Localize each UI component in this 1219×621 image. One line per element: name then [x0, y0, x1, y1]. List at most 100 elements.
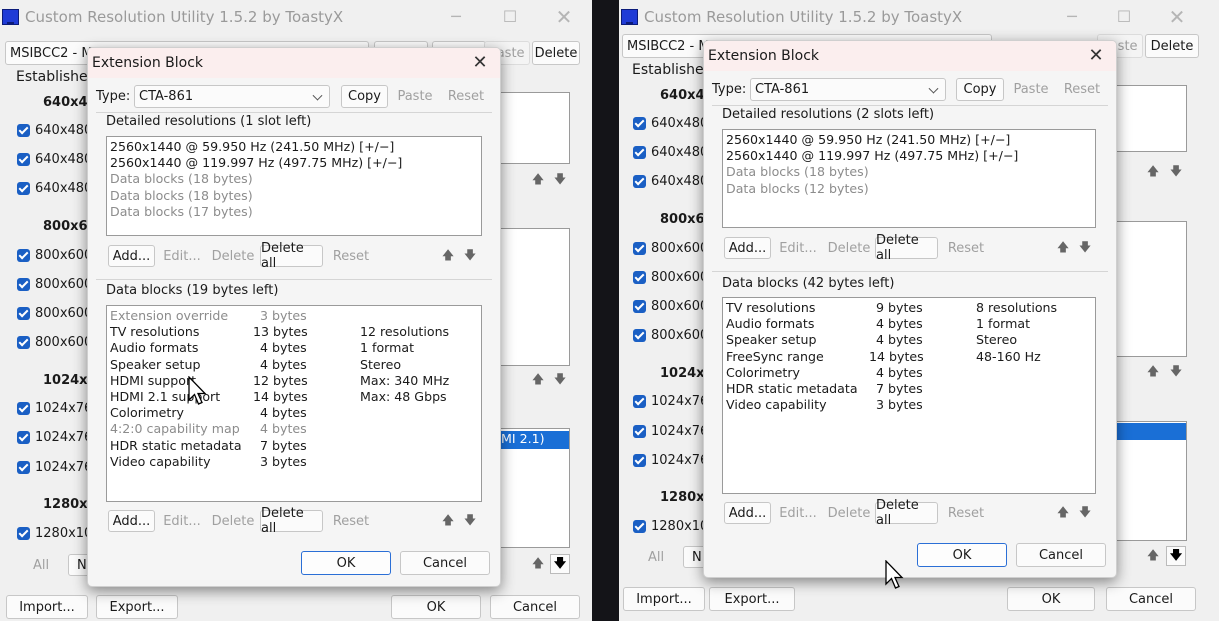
left-data-row-1[interactable]: Extension override 3 bytes — [110, 308, 478, 324]
minimize-icon[interactable]: ─ — [436, 4, 476, 30]
left-data-row-6[interactable]: HDMI 2.1 support 14 bytes Max: 48 Gbps — [110, 389, 478, 405]
left-data-row-7[interactable]: Colorimetry 4 bytes — [110, 405, 478, 421]
minimize-icon[interactable]: ─ — [1052, 4, 1092, 30]
left-checkbox-800-2[interactable]: 800x600 — [17, 277, 92, 292]
right-detailed-row-4[interactable]: Data blocks (12 bytes) — [726, 181, 1092, 197]
left-detailed-row-1[interactable]: 2560x1440 @ 59.950 Hz (241.50 MHz) [+/−] — [110, 139, 478, 155]
left-list2-up-icon[interactable]: 🡅 — [528, 370, 548, 390]
right-list1-down-icon[interactable]: 🡇 — [1166, 162, 1186, 182]
right-type-select[interactable]: CTA-861 — [750, 78, 946, 101]
right-data-delete-button[interactable]: Delete — [824, 502, 874, 524]
left-checkbox-800-4[interactable]: 800x600 — [17, 335, 92, 350]
right-dialog-ok-button[interactable]: OK — [917, 543, 1007, 567]
left-main-cancel-button[interactable]: Cancel — [490, 595, 580, 619]
left-data-blocks-list[interactable]: Extension override 3 bytes TV resolutions… — [106, 305, 482, 502]
left-extension-selected-row[interactable]: MI 2.1) — [499, 431, 569, 449]
left-data-add-button[interactable]: Add... — [108, 510, 155, 532]
left-detailed-row-5[interactable]: Data blocks (17 bytes) — [110, 204, 478, 220]
right-data-reset-button[interactable]: Reset — [942, 502, 990, 524]
right-checkbox-800-2[interactable]: 800x600 — [633, 270, 708, 285]
left-detailed-resolutions-list[interactable]: 2560x1440 @ 59.950 Hz (241.50 MHz) [+/−]… — [106, 136, 482, 236]
right-data-edit-button[interactable]: Edit... — [775, 502, 821, 524]
left-detailed-down-icon[interactable]: 🡇 — [460, 246, 480, 266]
right-data-row-6[interactable]: HDR static metadata 7 bytes — [726, 381, 1092, 397]
right-list2-up-icon[interactable]: 🡅 — [1143, 362, 1163, 382]
right-export-button[interactable]: Export... — [709, 587, 795, 611]
right-detailed-row-3[interactable]: Data blocks (18 bytes) — [726, 164, 1092, 180]
close-icon[interactable]: ✕ — [1157, 4, 1197, 30]
right-data-row-5[interactable]: Colorimetry 4 bytes — [726, 365, 1092, 381]
right-dialog-cancel-button[interactable]: Cancel — [1016, 543, 1106, 567]
right-data-row-2[interactable]: Audio formats 4 bytes 1 format — [726, 316, 1092, 332]
left-detailed-up-icon[interactable]: 🡅 — [438, 246, 458, 266]
left-data-delete-button[interactable]: Delete — [208, 510, 258, 532]
left-list3-up-icon[interactable]: 🡅 — [528, 554, 548, 574]
right-list2-down-icon[interactable]: 🡇 — [1166, 362, 1186, 382]
left-standard-list[interactable] — [498, 92, 570, 164]
left-detailed-delete-all-button[interactable]: Delete all — [260, 241, 323, 271]
right-data-row-4[interactable]: FreeSync range 14 bytes 48-160 Hz — [726, 349, 1092, 365]
right-data-down-icon[interactable]: 🡇 — [1075, 503, 1095, 523]
left-data-row-4[interactable]: Speaker setup 4 bytes Stereo — [110, 357, 478, 373]
left-main-ok-button[interactable]: OK — [391, 595, 481, 619]
left-type-select[interactable]: CTA-861 — [134, 85, 330, 108]
right-checkbox-640-1[interactable]: 640x480 — [633, 116, 708, 131]
right-detailed-add-button[interactable]: Add... — [724, 237, 771, 259]
right-dialog-paste-button[interactable]: Paste — [1007, 78, 1055, 101]
right-monitor-delete-button[interactable]: Delete — [1145, 34, 1199, 58]
left-dialog-title-bar[interactable]: Extension Block — [88, 48, 500, 78]
left-detailed-row-2[interactable]: 2560x1440 @ 119.997 Hz (497.75 MHz) [+/−… — [110, 155, 478, 171]
right-extension-selected-row[interactable] — [1114, 423, 1186, 440]
maximize-icon[interactable]: ☐ — [490, 4, 530, 30]
right-standard-list[interactable] — [1113, 85, 1187, 152]
right-detailed-delete-button[interactable]: Delete — [824, 237, 874, 259]
left-dialog-close-icon[interactable]: ✕ — [460, 48, 500, 78]
left-checkbox-800-3[interactable]: 800x600 — [17, 306, 92, 321]
left-dialog-ok-button[interactable]: OK — [301, 551, 391, 575]
left-dialog-reset-button[interactable]: Reset — [442, 85, 490, 108]
right-detailed-row-2[interactable]: 2560x1440 @ 119.997 Hz (497.75 MHz) [+/−… — [726, 148, 1092, 164]
left-dialog-copy-button[interactable]: Copy — [341, 85, 388, 108]
right-list3-up-icon[interactable]: 🡅 — [1143, 546, 1163, 566]
right-checkbox-800-4[interactable]: 800x600 — [633, 328, 708, 343]
right-main-ok-button[interactable]: OK — [1007, 587, 1095, 611]
left-list3-down-icon[interactable]: 🡇 — [550, 554, 570, 574]
left-data-edit-button[interactable]: Edit... — [159, 510, 205, 532]
left-all-button[interactable]: All — [16, 554, 66, 576]
right-data-row-3[interactable]: Speaker setup 4 bytes Stereo — [726, 332, 1092, 348]
right-detailed-list[interactable] — [1113, 221, 1187, 357]
right-detailed-down-icon[interactable]: 🡇 — [1075, 238, 1095, 258]
left-monitor-delete-button[interactable]: Delete — [532, 41, 580, 65]
right-detailed-delete-all-button[interactable]: Delete all — [875, 233, 938, 263]
left-list1-up-icon[interactable]: 🡅 — [528, 170, 548, 190]
left-data-row-3[interactable]: Audio formats 4 bytes 1 format — [110, 340, 478, 356]
right-extension-list[interactable] — [1113, 421, 1187, 541]
left-data-down-icon[interactable]: 🡇 — [460, 511, 480, 531]
left-data-reset-button[interactable]: Reset — [327, 510, 375, 532]
right-list1-up-icon[interactable]: 🡅 — [1143, 162, 1163, 182]
right-checkbox-640-2[interactable]: 640x480 — [633, 145, 708, 160]
left-detailed-reset-button[interactable]: Reset — [327, 245, 375, 267]
left-data-row-10[interactable]: Video capability 3 bytes — [110, 454, 478, 470]
right-detailed-resolutions-list[interactable]: 2560x1440 @ 59.950 Hz (241.50 MHz) [+/−]… — [722, 129, 1096, 228]
right-data-up-icon[interactable]: 🡅 — [1053, 503, 1073, 523]
right-import-button[interactable]: Import... — [623, 587, 705, 611]
left-data-row-2[interactable]: TV resolutions 13 bytes 12 resolutions — [110, 324, 478, 340]
left-detailed-add-button[interactable]: Add... — [108, 245, 155, 267]
left-checkbox-640-1[interactable]: 640x480 — [17, 123, 92, 138]
left-detailed-edit-button[interactable]: Edit... — [159, 245, 205, 267]
left-data-up-icon[interactable]: 🡅 — [438, 511, 458, 531]
right-detailed-edit-button[interactable]: Edit... — [775, 237, 821, 259]
left-import-button[interactable]: Import... — [6, 595, 88, 619]
left-extension-list[interactable]: MI 2.1) — [498, 428, 570, 548]
left-detailed-row-4[interactable]: Data blocks (18 bytes) — [110, 188, 478, 204]
left-data-row-9[interactable]: HDR static metadata 7 bytes — [110, 438, 478, 454]
close-icon[interactable]: ✕ — [544, 4, 584, 30]
right-dialog-copy-button[interactable]: Copy — [956, 78, 1004, 101]
left-data-delete-all-button[interactable]: Delete all — [260, 506, 323, 536]
right-data-row-7[interactable]: Video capability 3 bytes — [726, 397, 1092, 413]
right-detailed-up-icon[interactable]: 🡅 — [1053, 238, 1073, 258]
left-detailed-delete-button[interactable]: Delete — [208, 245, 258, 267]
maximize-icon[interactable]: ☐ — [1104, 4, 1144, 30]
left-detailed-list[interactable] — [498, 228, 570, 366]
